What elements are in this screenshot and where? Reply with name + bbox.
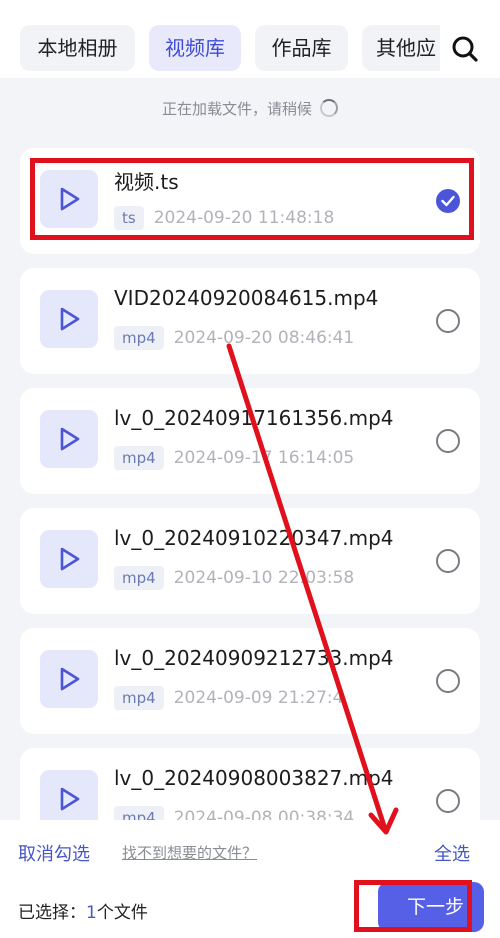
- file-name: 视频.ts: [114, 170, 179, 194]
- checkbox-unchecked-icon[interactable]: [436, 549, 460, 573]
- tab-works-library[interactable]: 作品库: [255, 25, 348, 71]
- selected-count-label: 已选择：1个文件: [18, 898, 148, 923]
- file-meta: mp4 2024-09-20 08:46:41: [114, 326, 354, 350]
- next-step-button[interactable]: 下一步: [378, 882, 484, 932]
- video-thumbnail: [40, 410, 98, 468]
- file-ext-badge: mp4: [114, 806, 164, 820]
- checkbox-unchecked-icon[interactable]: [436, 429, 460, 453]
- video-thumbnail: [40, 290, 98, 348]
- category-tab-bar: 本地相册 视频库 作品库 其他应: [0, 0, 500, 78]
- file-ext-badge: ts: [114, 206, 144, 230]
- file-meta: mp4 2024-09-10 22:03:58: [114, 566, 354, 590]
- checkbox-checked-icon[interactable]: [436, 189, 460, 213]
- checkbox-unchecked-icon[interactable]: [436, 789, 460, 813]
- file-ext-badge: mp4: [114, 446, 164, 470]
- file-meta: mp4 2024-09-09 21:27:4: [114, 686, 343, 710]
- file-ext-badge: mp4: [114, 686, 164, 710]
- play-icon: [60, 787, 80, 811]
- video-thumbnail: [40, 530, 98, 588]
- tab-other-apps[interactable]: 其他应: [362, 25, 452, 71]
- play-icon: [60, 667, 80, 691]
- loading-indicator: 正在加载文件，请稍候: [0, 96, 500, 122]
- play-icon: [60, 547, 80, 571]
- file-name: VID20240920084615.mp4: [114, 286, 379, 310]
- file-ext-badge: mp4: [114, 326, 164, 350]
- file-list: 视频.ts ts 2024-09-20 11:48:18 VID202409200…: [0, 0, 500, 820]
- play-icon: [60, 307, 80, 331]
- video-thumbnail: [40, 170, 98, 228]
- play-icon: [60, 187, 80, 211]
- file-name: lv_0_20240917161356.mp4: [114, 406, 394, 430]
- file-meta: mp4 2024-09-08 00:38:34: [114, 806, 354, 820]
- file-ext-badge: mp4: [114, 566, 164, 590]
- spinner-icon: [320, 99, 338, 117]
- file-card[interactable]: lv_0_20240910220347.mp4 mp4 2024-09-10 22…: [20, 508, 480, 614]
- file-card[interactable]: lv_0_20240908003827.mp4 mp4 2024-09-08 00…: [20, 748, 480, 820]
- bottom-action-bar: 取消勾选 找不到想要的文件？ 全选 已选择：1个文件 下一步: [0, 820, 500, 938]
- checkbox-unchecked-icon[interactable]: [436, 669, 460, 693]
- loading-text: 正在加载文件，请稍候: [161, 100, 312, 118]
- file-date: 2024-09-17 16:14:05: [173, 448, 355, 468]
- search-icon: [452, 36, 478, 62]
- file-date: 2024-09-20 08:46:41: [173, 328, 355, 348]
- file-meta: mp4 2024-09-17 16:14:05: [114, 446, 354, 470]
- play-icon: [60, 427, 80, 451]
- file-name: lv_0_20240910220347.mp4: [114, 526, 394, 550]
- file-card[interactable]: lv_0_20240917161356.mp4 mp4 2024-09-17 16…: [20, 388, 480, 494]
- deselect-button[interactable]: 取消勾选: [18, 840, 90, 866]
- tab-local-album[interactable]: 本地相册: [20, 25, 135, 71]
- file-card[interactable]: VID20240920084615.mp4 mp4 2024-09-20 08:4…: [20, 268, 480, 374]
- file-card[interactable]: 视频.ts ts 2024-09-20 11:48:18: [20, 148, 480, 254]
- video-thumbnail: [40, 650, 98, 708]
- file-date: 2024-09-10 22:03:58: [173, 568, 355, 588]
- not-found-link[interactable]: 找不到想要的文件？: [122, 842, 257, 863]
- select-all-button[interactable]: 全选: [434, 840, 470, 866]
- file-date: 2024-09-08 00:38:34: [173, 808, 355, 820]
- search-button[interactable]: [440, 25, 500, 73]
- file-name: lv_0_20240909212733.mp4: [114, 646, 394, 670]
- file-name: lv_0_20240908003827.mp4: [114, 766, 394, 790]
- file-card[interactable]: lv_0_20240909212733.mp4 mp4 2024-09-09 21…: [20, 628, 480, 734]
- selected-suffix: 个文件: [96, 903, 148, 923]
- video-thumbnail: [40, 770, 98, 820]
- checkbox-unchecked-icon[interactable]: [436, 309, 460, 333]
- tab-video-library[interactable]: 视频库: [149, 25, 241, 71]
- file-date: 2024-09-20 11:48:18: [153, 208, 335, 228]
- selected-prefix: 已选择：: [18, 903, 86, 923]
- selected-count: 1: [86, 903, 97, 923]
- file-meta: ts 2024-09-20 11:48:18: [114, 206, 334, 230]
- file-date: 2024-09-09 21:27:4: [173, 688, 344, 708]
